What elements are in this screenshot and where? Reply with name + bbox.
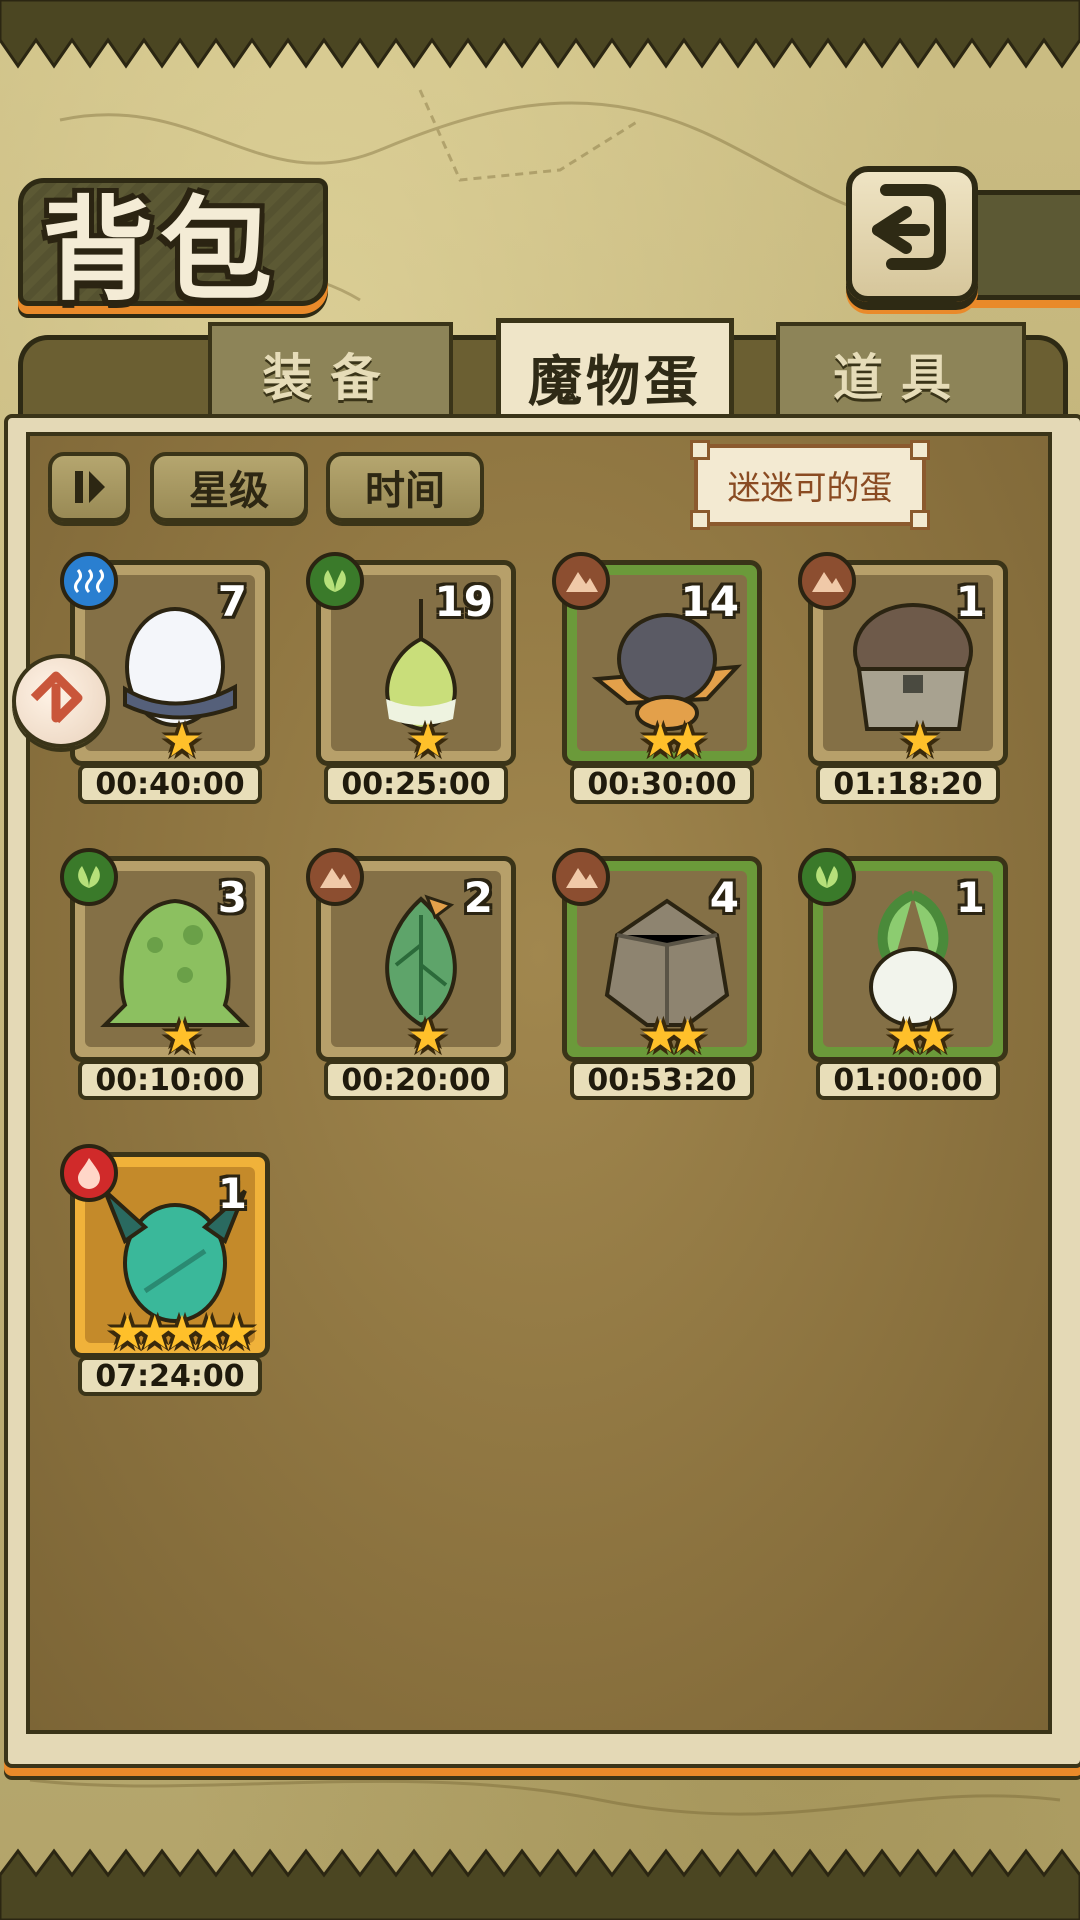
- tab-items[interactable]: 道具: [776, 322, 1026, 426]
- egg-card[interactable]: 4 ★★ 00:53:20: [552, 848, 762, 1101]
- egg-count: 1: [955, 873, 985, 922]
- egg-name-tooltip: 迷迷可的蛋: [690, 440, 930, 530]
- egg-card[interactable]: 14 ★★ 00:30:00: [552, 552, 762, 805]
- egg-hatch-timer: 00:25:00: [324, 764, 508, 804]
- egg-count: 1: [955, 577, 985, 626]
- earth-element-icon: [798, 552, 856, 610]
- sort-by-star-label: 星级: [189, 468, 269, 514]
- grass-element-icon: [798, 848, 856, 906]
- water-element-icon: [60, 552, 118, 610]
- egg-hatch-timer: 00:53:20: [570, 1060, 754, 1100]
- egg-stars: ★: [161, 1009, 202, 1063]
- grass-element-icon: [60, 848, 118, 906]
- return-icon: [872, 184, 946, 270]
- egg-stars: ★★: [885, 1009, 954, 1063]
- egg-stars: ★★: [639, 1009, 708, 1063]
- egg-name-tooltip-text: 迷迷可的蛋: [727, 468, 893, 507]
- egg-count: 19: [434, 577, 493, 626]
- sort-by-star-button[interactable]: 星级: [150, 452, 308, 522]
- egg-stars: ★: [407, 713, 448, 767]
- egg-hatch-timer: 07:24:00: [78, 1356, 262, 1396]
- grass-element-icon: [306, 552, 364, 610]
- page-title: 背包: [42, 185, 278, 316]
- tab-equipment[interactable]: 装备: [208, 322, 453, 426]
- egg-count: 7: [217, 577, 247, 626]
- top-zigzag-border: [0, 0, 1080, 69]
- egg-hatch-timer: 00:20:00: [324, 1060, 508, 1100]
- pause-sort-icon: [75, 471, 105, 503]
- egg-stars: ★★★★★: [106, 1305, 257, 1359]
- earth-element-icon: [552, 848, 610, 906]
- egg-hatch-timer: 00:10:00: [78, 1060, 262, 1100]
- egg-card[interactable]: 2 ★ 00:20:00: [306, 848, 516, 1101]
- egg-hatch-timer: 00:40:00: [78, 764, 262, 804]
- earth-element-icon: [552, 552, 610, 610]
- earth-element-icon: [306, 848, 364, 906]
- egg-count: 3: [217, 873, 247, 922]
- egg-count: 1: [217, 1169, 247, 1218]
- egg-hatch-timer: 01:00:00: [816, 1060, 1000, 1100]
- egg-count: 14: [680, 577, 739, 626]
- egg-count: 4: [709, 873, 739, 922]
- egg-card[interactable]: 1 ★★★★★ 07:24:00: [60, 1144, 270, 1397]
- egg-card[interactable]: 3 ★ 00:10:00: [60, 848, 270, 1101]
- egg-card[interactable]: 1 ★ 01:18:20: [798, 552, 1008, 805]
- tab-equipment-label: 装备: [262, 349, 399, 407]
- egg-stars: ★: [407, 1009, 448, 1063]
- fire-element-icon: [60, 1144, 118, 1202]
- sort-by-time-button[interactable]: 时间: [326, 452, 484, 522]
- tab-monster-eggs-label: 魔物蛋: [528, 349, 702, 413]
- egg-hatch-timer: 01:18:20: [816, 764, 1000, 804]
- sort-by-time-label: 时间: [365, 468, 445, 514]
- egg-count: 2: [463, 873, 493, 922]
- side-arrow-button[interactable]: [12, 654, 110, 748]
- egg-card[interactable]: 19 ★ 00:25:00: [306, 552, 516, 805]
- sort-toggle-button[interactable]: [48, 452, 130, 522]
- tab-items-label: 道具: [833, 349, 969, 407]
- egg-stars: ★★: [639, 713, 708, 767]
- egg-stars: ★: [899, 713, 940, 767]
- back-button[interactable]: [846, 166, 978, 302]
- egg-hatch-timer: 00:30:00: [570, 764, 754, 804]
- egg-card[interactable]: 1 ★★ 01:00:00: [798, 848, 1008, 1101]
- turn-arrow-icon: [30, 671, 83, 724]
- bottom-zigzag-border: [0, 1848, 1080, 1920]
